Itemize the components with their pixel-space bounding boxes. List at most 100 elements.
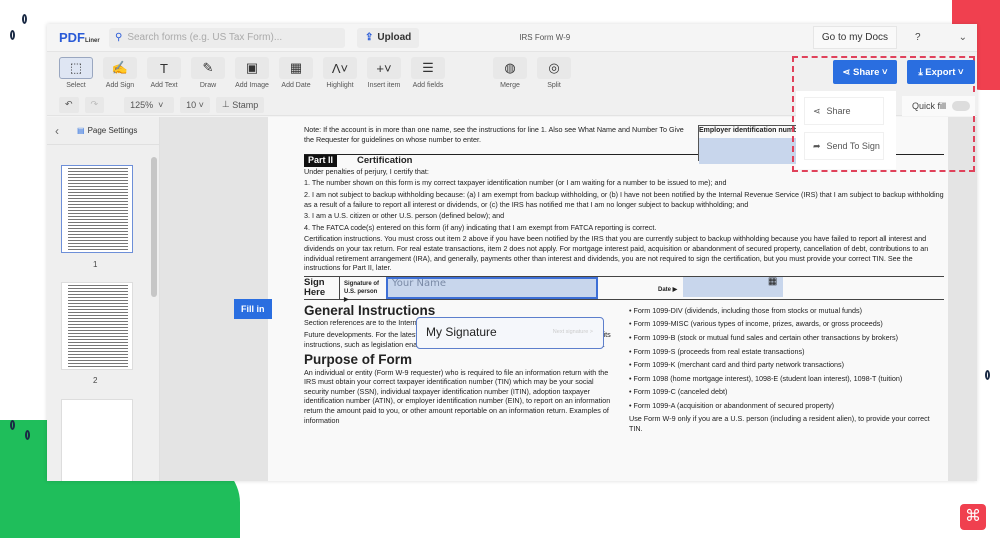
signature-popup[interactable]: My Signature Next signature > [416,317,604,349]
tool-label: Select [66,82,86,89]
logo-text: PDF [59,30,85,45]
decor-dot [22,14,27,24]
form-list-item: Use Form W-9 only if you are a U.S. pers… [629,414,930,434]
cert-instructions: Certification instructions. You must cro… [304,234,929,273]
share-button[interactable]: ⋖ Share ˅ [833,60,897,84]
purpose-heading: Purpose of Form [304,352,413,368]
tool-add-image[interactable]: ▣ Add Image [235,57,269,89]
signature-of-label: Signature of U.S. person ▶ [344,280,380,303]
menu-item-share[interactable]: ⋖ Share [804,97,884,125]
quick-fill-label: Quick fill [912,101,947,111]
quick-fill-toggle[interactable] [952,101,971,111]
form-list-item: • Form 1099-DIV (dividends, including th… [629,305,863,315]
general-instructions-heading: General Instructions [304,302,436,318]
tool-label: Add Text [150,82,178,89]
tool-add-fields[interactable]: ☰ Add fields [411,57,445,89]
tool-add-date[interactable]: ▦ Add Date [279,57,313,89]
my-signature-option[interactable]: My Signature [426,326,497,338]
tool-label: Highlight [326,82,354,89]
sidebar-scrollbar[interactable] [151,157,157,297]
form-list-item: • Form 1099-A (acquisition or abandonmen… [629,400,835,410]
font-size-value: 10 [186,99,197,110]
tool-label: Add Date [281,82,311,89]
tool-label: Draw [199,82,217,89]
form-list-item: • Form 1099-S (proceeds from real estate… [629,346,805,356]
tool-merge[interactable]: ◍ Merge [493,57,527,89]
tool-icon: ✍ [103,57,137,79]
tool-label: Insert item [367,82,401,89]
collapse-sidebar-icon[interactable]: ‹ [55,124,59,138]
stamp-icon: ⊥ [221,99,233,109]
calendar-icon: ▦ [767,275,778,287]
cert-item: 3. I am a U.S. citizen or other U.S. per… [304,211,505,221]
export-label: Export [925,66,956,78]
upload-label: Upload [377,32,412,43]
signature-field[interactable]: Your Name [386,276,598,299]
redo-button[interactable]: ↷ [84,96,105,113]
page-settings-button[interactable]: Page Settings [88,126,138,135]
date-label: Date ▶ [658,287,678,294]
undo-button[interactable]: ↶ [59,96,79,113]
zoom-select[interactable]: 125% ˅ [124,96,175,113]
stamp-button[interactable]: ⊥ Stamp [215,96,265,113]
share-icon: ⋖ [842,66,853,78]
search-input[interactable]: ⚲ Search forms (e.g. US Tax Form)... [109,27,345,48]
menu-label: Send To Sign [826,141,880,151]
tool-icon: ▣ [235,57,269,79]
page-number: 2 [93,376,98,385]
tool-draw[interactable]: ✎ Draw [191,57,225,89]
tool-icon: Ʌ˅ [323,57,357,79]
logo[interactable]: PDFLiner [59,30,107,45]
tool-select[interactable]: ⬚ Select [59,57,93,89]
search-icon: ⚲ [115,32,123,43]
tool-label: Add Image [235,82,269,89]
go-to-docs-button[interactable]: Go to my Docs [812,26,898,49]
page-thumbnail-3[interactable] [61,399,133,481]
tool-icon: ✎ [191,57,225,79]
tool-label: Merge [500,82,520,89]
form-list-item: • Form 1099-B (stock or mutual fund sale… [629,332,898,342]
tool-split[interactable]: ◎ Split [537,57,571,89]
form-list-item: • Form 1099-MISC (various types of incom… [629,319,883,329]
document-title: IRS Form W-9 [519,33,571,42]
export-button[interactable]: ⤓ Export ˅ [907,60,975,84]
next-signature-button[interactable]: Next signature > [553,328,593,338]
tool-add-sign[interactable]: ✍ Add Sign [103,57,137,89]
fill-in-button[interactable]: Fill in [234,299,272,319]
tool-label: Split [547,82,561,89]
menu-item-send-to-sign[interactable]: ➦ Send To Sign [804,132,884,160]
share-label: Share [853,66,880,78]
page-thumbnail-1[interactable] [61,165,133,253]
form-list-item: • Form 1099-C (canceled debt) [629,387,728,397]
ein-label: Employer identification number [699,127,805,134]
part-label: Part II [304,155,338,167]
tool-icon: T [147,57,181,79]
tool-add-text[interactable]: T Add Text [147,57,181,89]
tool-label: Add fields [412,82,444,89]
zoom-value: 125% [130,99,154,110]
page-number: 1 [93,260,98,269]
chevron-down-icon[interactable]: ⌄ [959,32,967,43]
tool-icon: +˅ [367,57,401,79]
cert-item: 4. The FATCA code(s) entered on this for… [304,222,657,232]
quick-fill: Quick fill [902,96,975,116]
tool-icon: ⬚ [59,57,93,79]
page-thumbnail-2[interactable] [61,282,133,370]
stamp-label: Stamp [232,99,259,110]
page-settings-icon: ▤ [77,126,85,135]
decor-dot [985,370,990,380]
top-bar: PDFLiner ⚲ Search forms (e.g. US Tax Form… [47,24,977,52]
share-menu: ⋖ Share ➦ Send To Sign [796,91,896,169]
tool-insert-item[interactable]: +˅ Insert item [367,57,401,89]
note-text: Note: If the account is in more than one… [304,125,684,144]
font-size-select[interactable]: 10 ˅ [180,96,210,113]
tool-icon: ◍ [493,57,527,79]
tool-icon: ☰ [411,57,445,79]
date-field[interactable]: ▦ [683,275,784,297]
help-button[interactable]: ? [915,32,921,43]
upload-icon: ⇪ [365,32,374,43]
upload-button[interactable]: ⇪ Upload [357,27,420,48]
tool-label: Add Sign [105,82,135,89]
share-icon: ⋖ [813,105,821,116]
tool-highlight[interactable]: Ʌ˅ Highlight [323,57,357,89]
